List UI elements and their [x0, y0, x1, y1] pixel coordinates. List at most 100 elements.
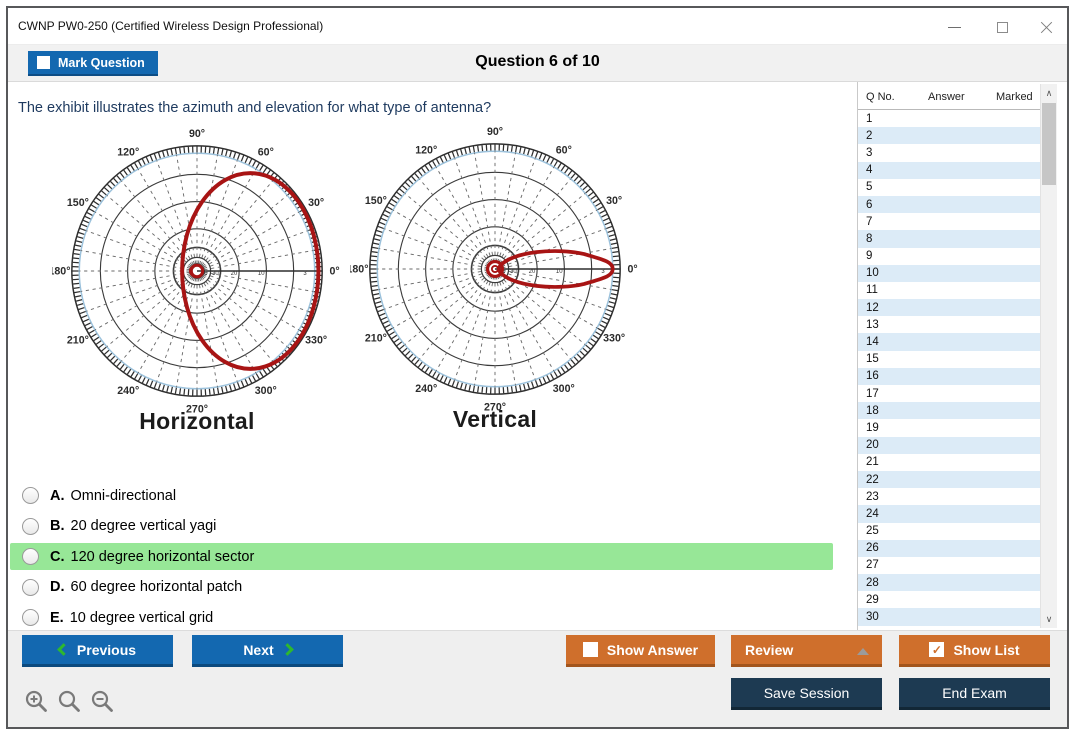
svg-text:30: 30: [510, 269, 517, 275]
maximize-icon: [997, 22, 1008, 33]
svg-text:150°: 150°: [67, 197, 89, 209]
review-label: Review: [745, 642, 793, 658]
minimize-button[interactable]: [937, 16, 971, 38]
dropdown-arrow-icon: [857, 648, 869, 655]
title-bar: CWNP PW0-250 (Certified Wireless Design …: [8, 8, 1067, 45]
svg-text:210°: 210°: [67, 335, 89, 347]
question-list-row-17[interactable]: 17: [858, 385, 1040, 402]
show-answer-checkbox[interactable]: [583, 642, 598, 657]
chart-title-horizontal: Horizontal: [52, 408, 342, 435]
answer-option-c[interactable]: C.120 degree horizontal sector: [10, 543, 833, 570]
question-number: 1: [866, 113, 872, 125]
question-list-row-21[interactable]: 21: [858, 454, 1040, 471]
zoom-out-button[interactable]: [90, 689, 116, 715]
vertical-polar-chart: 0°30°60°90°120°150°180°210°240°270°300°3…: [350, 124, 640, 414]
question-list-row-16[interactable]: 16: [858, 368, 1040, 385]
question-list-row-20[interactable]: 20: [858, 437, 1040, 454]
save-session-label: Save Session: [764, 685, 850, 701]
question-list-row-13[interactable]: 13: [858, 316, 1040, 333]
question-list-row-29[interactable]: 29: [858, 591, 1040, 608]
question-list-row-4[interactable]: 4: [858, 162, 1040, 179]
svg-text:300°: 300°: [553, 383, 575, 395]
question-list-row-5[interactable]: 5: [858, 179, 1040, 196]
show-list-button[interactable]: ✓ Show List: [899, 635, 1050, 667]
review-dropdown-button[interactable]: Review: [731, 635, 882, 667]
horizontal-polar-chart: 0°30°60°90°120°150°180°210°240°270°300°3…: [52, 126, 342, 416]
question-list-row-26[interactable]: 26: [858, 540, 1040, 557]
question-list-row-11[interactable]: 11: [858, 282, 1040, 299]
question-list-row-1[interactable]: 1: [858, 110, 1040, 127]
end-exam-button[interactable]: End Exam: [899, 678, 1050, 710]
show-list-checkbox[interactable]: ✓: [929, 642, 944, 657]
column-header-qno: Q No.: [866, 91, 895, 103]
question-text: The exhibit illustrates the azimuth and …: [18, 100, 491, 116]
minimize-icon: [948, 27, 961, 28]
svg-text:180°: 180°: [52, 266, 70, 278]
question-list-row-14[interactable]: 14: [858, 333, 1040, 350]
radio-button[interactable]: [22, 609, 39, 626]
question-list-row-28[interactable]: 28: [858, 574, 1040, 591]
scrollbar-thumb[interactable]: [1042, 103, 1056, 185]
answer-option-d[interactable]: D.60 degree horizontal patch: [10, 574, 833, 601]
option-letter: A.: [50, 488, 65, 504]
question-number: 15: [866, 353, 879, 365]
svg-text:180°: 180°: [350, 264, 368, 276]
scroll-down-icon[interactable]: ∨: [1041, 611, 1057, 627]
previous-button[interactable]: Previous: [22, 635, 173, 667]
close-button[interactable]: [1029, 16, 1063, 38]
zoom-in-button[interactable]: [24, 689, 50, 715]
column-header-marked: Marked: [996, 91, 1033, 103]
question-list-row-27[interactable]: 27: [858, 557, 1040, 574]
question-number: 26: [866, 542, 879, 554]
radio-button[interactable]: [22, 579, 39, 596]
question-list-row-15[interactable]: 15: [858, 351, 1040, 368]
radio-button[interactable]: [22, 548, 39, 565]
option-text: Omni-directional: [71, 488, 177, 504]
radio-button[interactable]: [22, 518, 39, 535]
next-button[interactable]: Next: [192, 635, 343, 667]
zoom-reset-icon: [57, 689, 83, 715]
answer-option-b[interactable]: B.20 degree vertical yagi: [10, 513, 833, 540]
question-list-row-3[interactable]: 3: [858, 144, 1040, 161]
question-list-row-22[interactable]: 22: [858, 471, 1040, 488]
svg-text:0°: 0°: [627, 264, 637, 276]
exhibit-vertical-pattern: 0°30°60°90°120°150°180°210°240°270°300°3…: [350, 124, 640, 433]
question-list-row-18[interactable]: 18: [858, 402, 1040, 419]
radio-button[interactable]: [22, 487, 39, 504]
option-text: 20 degree vertical yagi: [71, 518, 217, 534]
svg-text:240°: 240°: [415, 383, 437, 395]
question-list-row-8[interactable]: 8: [858, 230, 1040, 247]
answer-option-a[interactable]: A. Omni-directional: [10, 482, 833, 509]
mark-question-checkbox[interactable]: [37, 56, 50, 69]
show-answer-button[interactable]: Show Answer: [566, 635, 715, 667]
mark-question-button[interactable]: Mark Question: [28, 51, 158, 76]
question-list-row-10[interactable]: 10: [858, 265, 1040, 282]
question-list-row-9[interactable]: 9: [858, 248, 1040, 265]
mark-question-label: Mark Question: [58, 56, 145, 70]
question-list-row-6[interactable]: 6: [858, 196, 1040, 213]
answer-option-e[interactable]: E.10 degree vertical grid: [10, 604, 833, 630]
question-list-row-25[interactable]: 25: [858, 523, 1040, 540]
question-list-row-2[interactable]: 2: [858, 127, 1040, 144]
question-list-row-12[interactable]: 12: [858, 299, 1040, 316]
question-list-row-7[interactable]: 7: [858, 213, 1040, 230]
question-list-row-24[interactable]: 24: [858, 505, 1040, 522]
maximize-button[interactable]: [985, 16, 1019, 38]
save-session-button[interactable]: Save Session: [731, 678, 882, 710]
chevron-right-icon: [281, 643, 294, 656]
question-number: 23: [866, 491, 879, 503]
question-list-rows: 1234567891011121314151617181920212223242…: [858, 110, 1040, 628]
zoom-reset-button[interactable]: [57, 689, 83, 715]
question-number: 5: [866, 181, 872, 193]
question-list-row-23[interactable]: 23: [858, 488, 1040, 505]
question-list-row-19[interactable]: 19: [858, 419, 1040, 436]
question-list-scrollbar[interactable]: ∧ ∨: [1040, 84, 1057, 628]
end-exam-label: End Exam: [942, 685, 1007, 701]
svg-text:60°: 60°: [556, 145, 572, 157]
scroll-up-icon[interactable]: ∧: [1041, 85, 1057, 101]
question-number: 6: [866, 199, 872, 211]
question-content-area: The exhibit illustrates the azimuth and …: [8, 82, 857, 630]
zoom-tools: [24, 689, 116, 715]
question-number: 12: [866, 302, 879, 314]
question-list-row-30[interactable]: 30: [858, 608, 1040, 625]
